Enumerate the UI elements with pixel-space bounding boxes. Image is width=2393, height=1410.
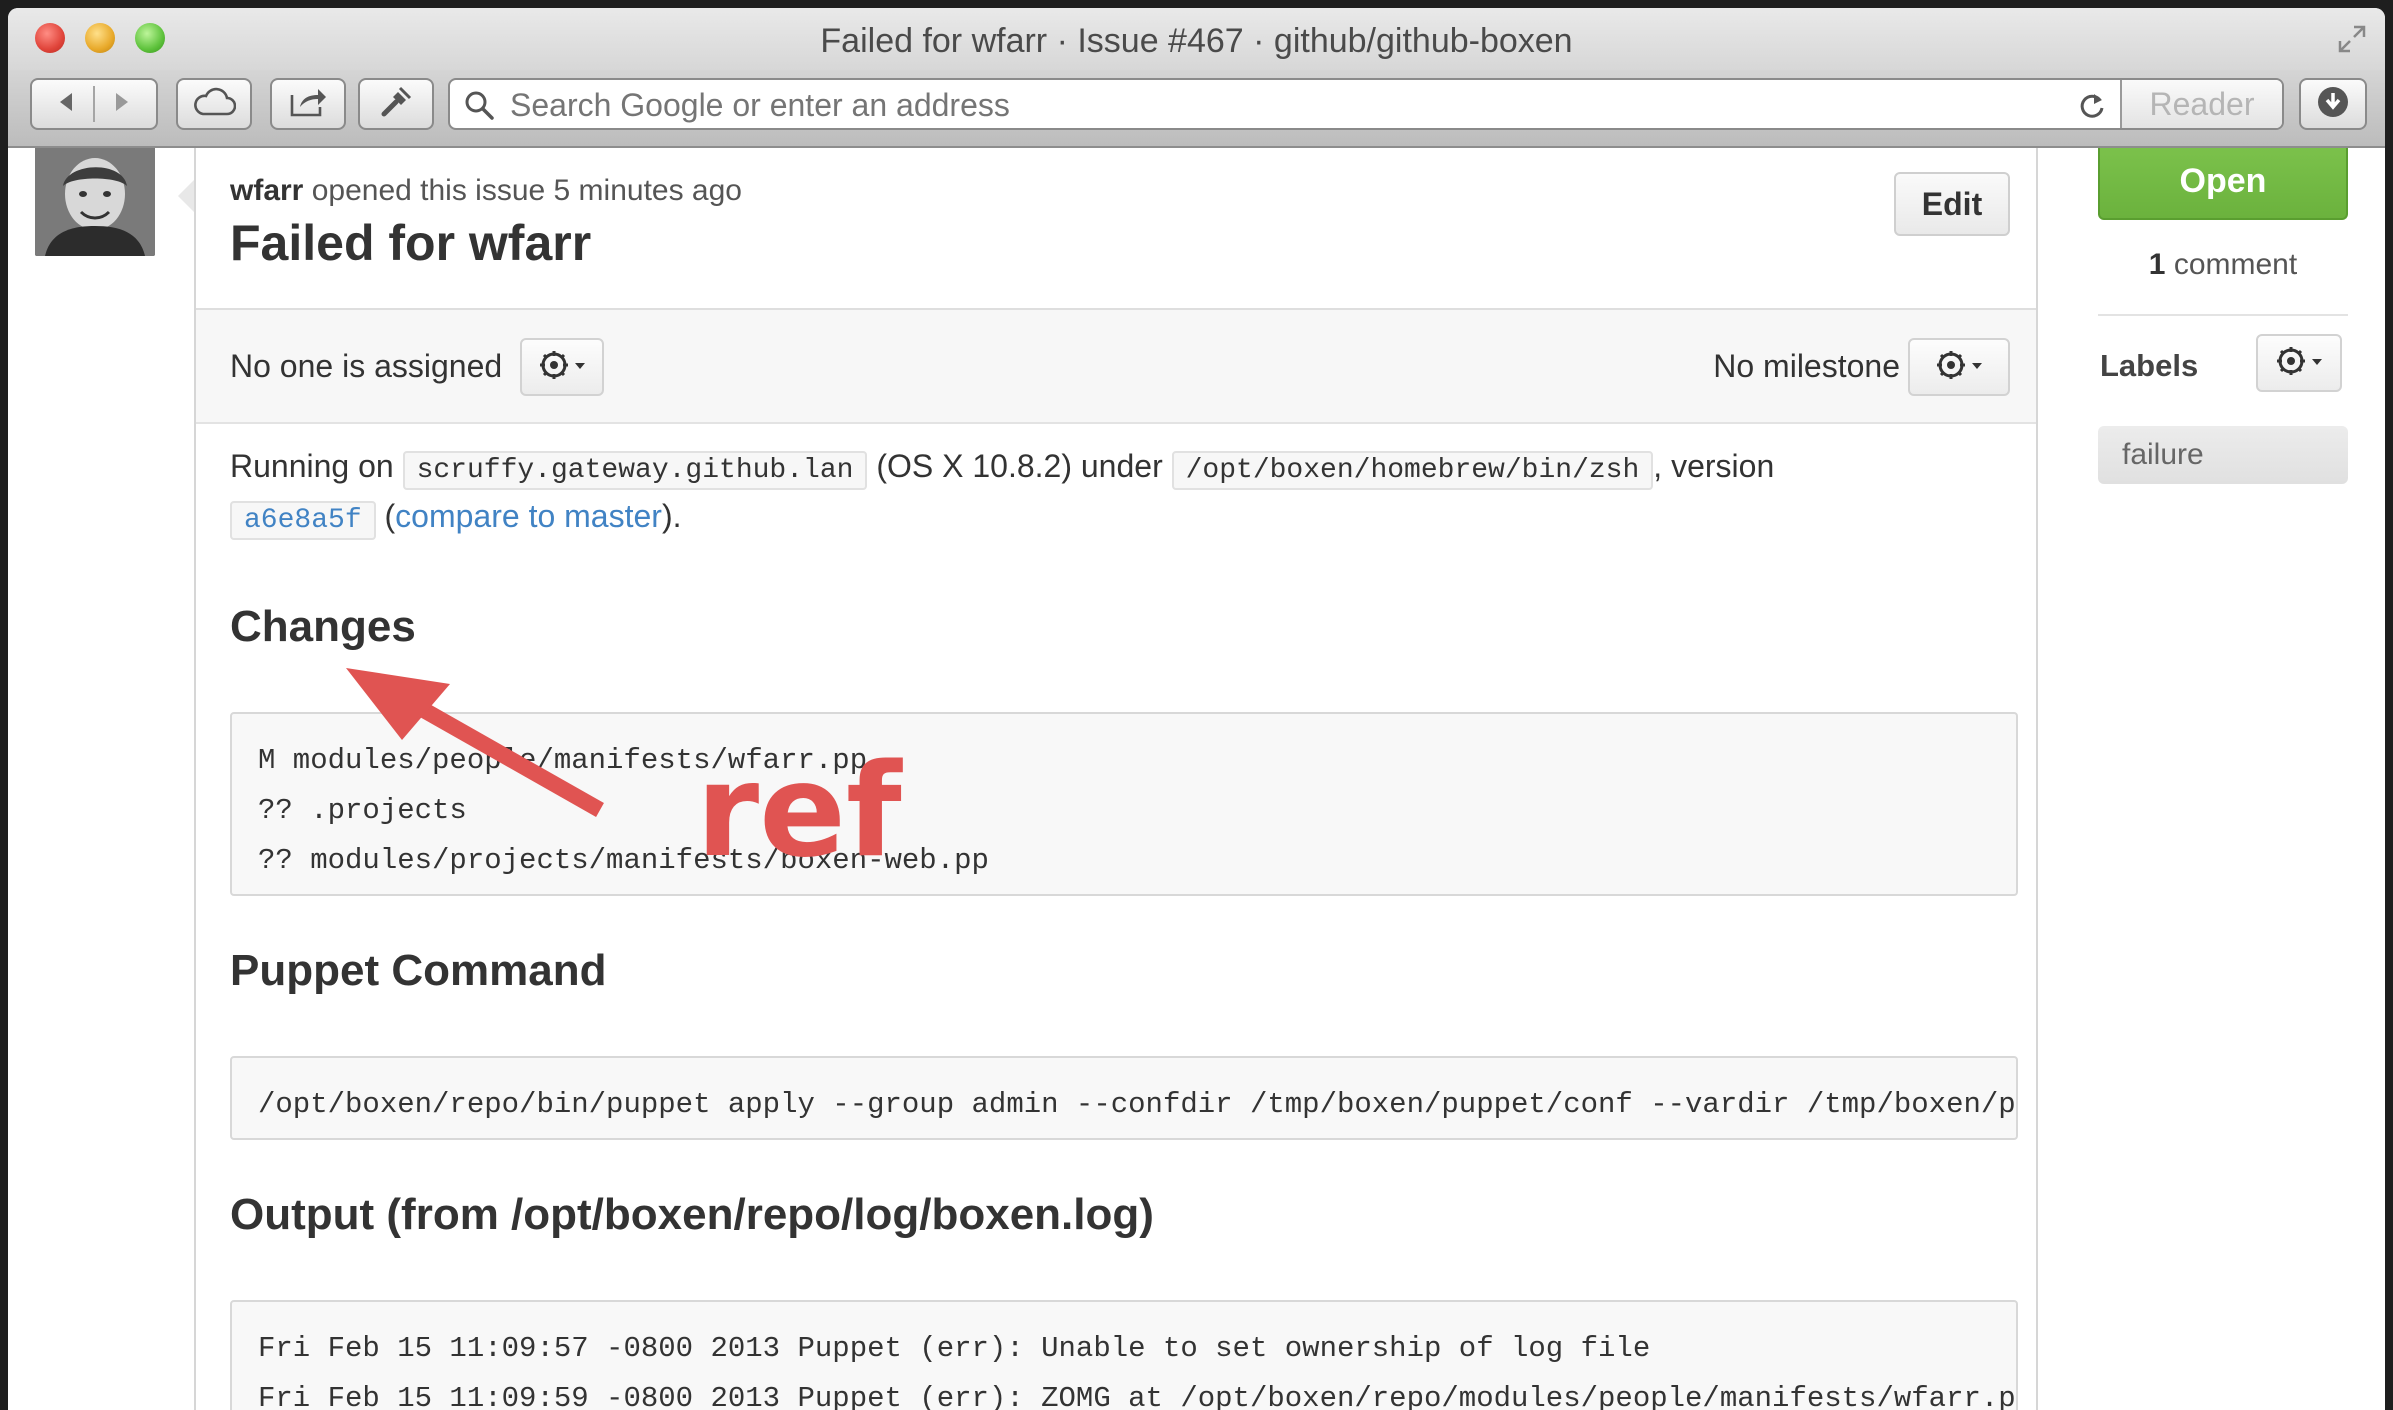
reader-button[interactable]: Reader	[2120, 80, 2282, 128]
chevron-down-icon	[2311, 354, 2323, 372]
issue-header: wfarr opened this issue 5 minutes ago Fa…	[196, 148, 2036, 310]
issue-opened-line: wfarr opened this issue 5 minutes ago	[230, 174, 742, 208]
chevron-down-icon	[1971, 358, 1983, 376]
search-icon	[464, 90, 494, 125]
address-bar[interactable]: Reader	[448, 78, 2284, 130]
comment-count: 1 comment	[2098, 248, 2348, 282]
output-heading: Output (from /opt/boxen/repo/log/boxen.l…	[230, 1190, 1154, 1239]
comment-count-number: 1	[2148, 248, 2166, 281]
code-line: Fri Feb 15 11:09:57 -0800 2013 Puppet (e…	[258, 1332, 1651, 1365]
issue-title: Failed for wfarr	[230, 215, 592, 271]
puppet-command-heading: Puppet Command	[230, 946, 607, 995]
compare-to-master-link[interactable]: compare to master	[395, 498, 662, 534]
issue-meta-bar: No one is assigned No milestone	[196, 310, 2036, 424]
opened-text: opened this issue 5 minutes ago	[311, 174, 742, 207]
gear-icon	[1935, 349, 1967, 386]
issue-state-button[interactable]: Open	[2098, 148, 2348, 220]
reload-icon[interactable]	[2078, 90, 2106, 128]
annotation-arrow	[346, 668, 604, 817]
changes-heading: Changes	[230, 602, 416, 651]
gear-icon	[538, 349, 570, 386]
output-log-block[interactable]: Fri Feb 15 11:09:57 -0800 2013 Puppet (e…	[230, 1300, 2018, 1410]
labels-gear-button[interactable]	[2256, 334, 2342, 392]
code-line: /opt/boxen/repo/bin/puppet apply --group…	[258, 1088, 2018, 1121]
back-forward-group	[30, 78, 158, 130]
shell-code: /opt/boxen/homebrew/bin/zsh	[1171, 451, 1654, 490]
edit-button[interactable]: Edit	[1894, 172, 2010, 236]
version-text: , version	[1653, 448, 1775, 484]
icloud-tabs-button[interactable]	[176, 78, 252, 130]
assignee-text: No one is assigned	[230, 348, 503, 384]
compare-close: ).	[661, 498, 682, 534]
fullscreen-icon[interactable]	[2337, 24, 2367, 54]
back-icon[interactable]	[55, 90, 79, 119]
issue-page: wfarr opened this issue 5 minutes ago Fa…	[8, 148, 2385, 1410]
environment-line: Running on scruffy.gateway.github.lan (O…	[230, 444, 1774, 493]
cloud-icon	[192, 86, 237, 123]
version-line: a6e8a5f (compare to master).	[230, 494, 681, 543]
host-code: scruffy.gateway.github.lan	[402, 451, 868, 490]
tools-icon	[378, 84, 414, 125]
nav-separator	[93, 86, 95, 122]
puppet-command-block[interactable]: /opt/boxen/repo/bin/puppet apply --group…	[230, 1056, 2018, 1140]
share-button[interactable]	[270, 78, 346, 130]
window-title: Failed for wfarr · Issue #467 · github/g…	[820, 22, 1573, 60]
address-input[interactable]	[508, 86, 1912, 124]
browser-toolbar: Reader	[8, 70, 2385, 148]
commit-sha-link[interactable]: a6e8a5f	[230, 501, 376, 540]
download-icon	[2316, 85, 2350, 124]
code-line: Fri Feb 15 11:09:59 -0800 2013 Puppet (e…	[258, 1382, 2018, 1410]
annotation-label: ref	[696, 737, 902, 886]
label-failure[interactable]: failure	[2098, 426, 2348, 484]
browser-window: Failed for wfarr · Issue #467 · github/g…	[8, 8, 2385, 1410]
sidebar-divider	[2098, 314, 2348, 316]
compare-open: (	[384, 498, 396, 534]
gear-icon	[2275, 345, 2307, 382]
os-under-text: (OS X 10.8.2) under	[876, 448, 1163, 484]
tools-button[interactable]	[358, 78, 434, 130]
title-bar: Failed for wfarr · Issue #467 · github/g…	[8, 8, 2385, 70]
share-icon	[288, 85, 328, 124]
milestone-gear-button[interactable]	[1908, 338, 2010, 396]
comment-count-word: comment	[2173, 248, 2298, 281]
chevron-down-icon	[574, 358, 586, 376]
forward-icon[interactable]	[109, 90, 133, 119]
code-line: ?? modules/projects/manifests/boxen-web.…	[258, 844, 989, 877]
milestone-text: No milestone	[1713, 348, 1900, 384]
downloads-button[interactable]	[2299, 78, 2367, 130]
author-link[interactable]: wfarr	[230, 174, 303, 207]
avatar[interactable]	[35, 148, 155, 256]
running-on-text: Running on	[230, 448, 394, 484]
labels-heading: Labels	[2100, 348, 2199, 383]
assignee-gear-button[interactable]	[520, 338, 604, 396]
